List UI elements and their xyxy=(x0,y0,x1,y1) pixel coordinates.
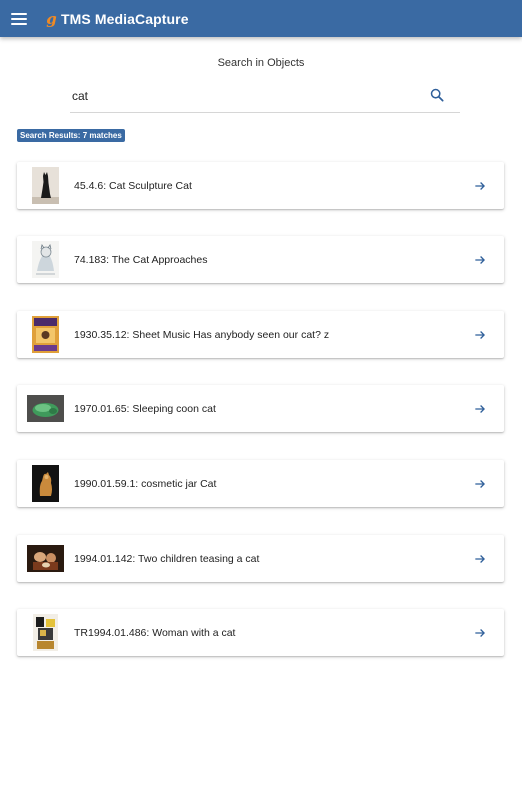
arrow-right-icon[interactable] xyxy=(473,626,487,640)
arrow-right-icon[interactable] xyxy=(473,328,487,342)
search-results-badge: Search Results: 7 matches xyxy=(17,129,125,142)
result-label: 1970.01.65: Sleeping coon cat xyxy=(74,402,216,415)
result-label: 1994.01.142: Two children teasing a cat xyxy=(74,552,260,565)
result-label: 74.183: The Cat Approaches xyxy=(74,253,208,266)
arrow-right-icon[interactable] xyxy=(473,402,487,416)
children-painting-thumbnail xyxy=(27,545,64,572)
sleeping-cat-thumbnail xyxy=(27,395,64,422)
result-label: 45.4.6: Cat Sculpture Cat xyxy=(74,179,192,192)
result-card[interactable]: 1930.35.12: Sheet Music Has anybody seen… xyxy=(17,311,504,358)
app-logo-icon: g xyxy=(46,11,57,27)
search-input[interactable] xyxy=(70,86,425,106)
search-field xyxy=(70,83,460,113)
result-label: 1990.01.59.1: cosmetic jar Cat xyxy=(74,477,217,490)
woman-cat-thumbnail xyxy=(33,614,58,651)
svg-text:g: g xyxy=(46,11,57,27)
arrow-right-icon[interactable] xyxy=(473,477,487,491)
result-card[interactable]: 1990.01.59.1: cosmetic jar Cat xyxy=(17,460,504,507)
arrow-right-icon[interactable] xyxy=(473,179,487,193)
arrow-right-icon[interactable] xyxy=(473,253,487,267)
result-card[interactable]: 1970.01.65: Sleeping coon cat xyxy=(17,385,504,432)
result-card[interactable]: TR1994.01.486: Woman with a cat xyxy=(17,609,504,656)
menu-icon[interactable] xyxy=(11,12,27,25)
result-card[interactable]: 1994.01.142: Two children teasing a cat xyxy=(17,535,504,582)
result-label: 1930.35.12: Sheet Music Has anybody seen… xyxy=(74,328,330,341)
arrow-right-icon[interactable] xyxy=(473,552,487,566)
search-heading: Search in Objects xyxy=(217,57,305,69)
result-card[interactable]: 74.183: The Cat Approaches xyxy=(17,236,504,283)
search-icon[interactable] xyxy=(429,87,445,103)
app-bar: g TMS MediaCapture xyxy=(0,0,522,37)
sheet-music-thumbnail xyxy=(32,316,59,353)
result-label: TR1994.01.486: Woman with a cat xyxy=(74,626,236,639)
result-card[interactable]: 45.4.6: Cat Sculpture Cat xyxy=(17,162,504,209)
cat-approaches-thumbnail xyxy=(32,241,59,278)
cat-sculpture-thumbnail xyxy=(32,167,59,204)
app-title: TMS MediaCapture xyxy=(61,10,189,27)
cosmetic-jar-thumbnail xyxy=(32,465,59,502)
